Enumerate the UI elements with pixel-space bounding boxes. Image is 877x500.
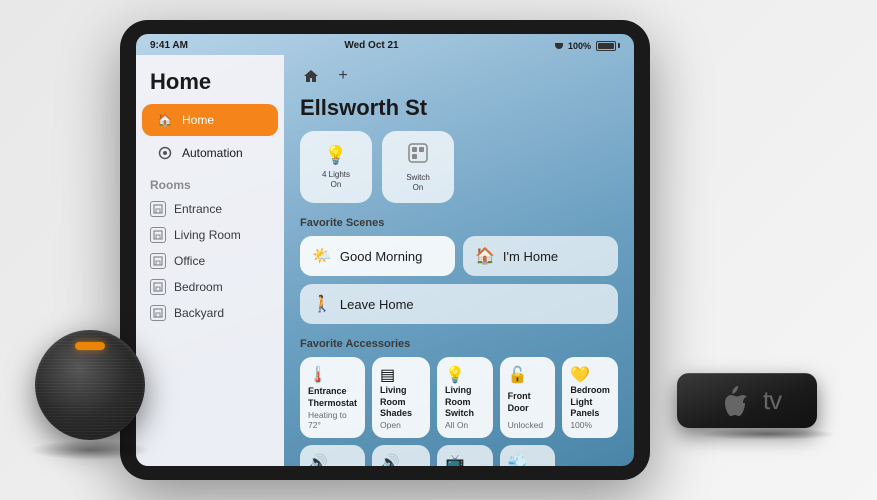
scene-container: 9:41 AM Wed Oct 21 100% bbox=[0, 0, 877, 500]
thermostat-status: Heating to 72° bbox=[308, 410, 357, 430]
apple-tv-shadow bbox=[697, 428, 837, 440]
room-backyard-icon bbox=[150, 305, 166, 321]
office-appletv-icon: 📺 bbox=[445, 453, 465, 466]
room-entrance-label: Entrance bbox=[174, 202, 222, 216]
page-title: Ellsworth St bbox=[300, 95, 618, 121]
homepod-top-indicator bbox=[75, 342, 105, 350]
room-bedroom-icon bbox=[150, 279, 166, 295]
lights-icon: 💡 bbox=[325, 145, 347, 166]
battery-icon bbox=[596, 41, 620, 51]
status-right: 100% bbox=[555, 41, 620, 51]
status-time: 9:41 AM bbox=[150, 40, 188, 51]
accessory-thermostat[interactable]: 🌡️ Entrance Thermostat Heating to 72° bbox=[300, 357, 365, 438]
accessories-grid: 🌡️ Entrance Thermostat Heating to 72° ▤ … bbox=[300, 357, 618, 466]
room-living-label: Living Room bbox=[174, 228, 241, 242]
status-date: Wed Oct 21 bbox=[344, 40, 398, 51]
home-nav-icon[interactable] bbox=[300, 65, 322, 87]
sidebar-room-office[interactable]: Office bbox=[136, 248, 284, 274]
kitchen-homepod-icon: 🔊 bbox=[380, 453, 400, 466]
light-panels-name: Bedroom Light Panels bbox=[570, 385, 610, 420]
battery-percentage: 100% bbox=[568, 41, 591, 51]
shades-name: Living Room Shades bbox=[380, 385, 422, 420]
sidebar-automation-label: Automation bbox=[182, 146, 243, 160]
accessory-lr-switch[interactable]: 💡 Living Room Switch All On bbox=[437, 357, 493, 438]
lr-switch-icon: 💡 bbox=[445, 365, 465, 385]
im-home-icon: 🏠 bbox=[475, 246, 495, 266]
good-morning-icon: 🌤️ bbox=[312, 246, 332, 266]
room-living-icon bbox=[150, 227, 166, 243]
app-content: Home 🏠 Home Automation bbox=[136, 55, 634, 466]
light-panels-icon: 💛 bbox=[570, 365, 590, 385]
room-office-icon bbox=[150, 253, 166, 269]
shades-status: Open bbox=[380, 420, 401, 430]
accessory-front-door[interactable]: 🔓 Front Door Unlocked bbox=[500, 357, 556, 438]
sidebar-home-label: Home bbox=[182, 113, 214, 127]
sidebar-item-home[interactable]: 🏠 Home bbox=[142, 104, 278, 136]
add-button[interactable]: + bbox=[332, 65, 354, 87]
front-door-name: Front Door bbox=[508, 391, 548, 414]
device-tile-lights[interactable]: 💡 4 Lights On bbox=[300, 131, 372, 203]
front-door-icon: 🔓 bbox=[508, 365, 528, 385]
ipad-device: 9:41 AM Wed Oct 21 100% bbox=[120, 20, 650, 480]
bedroom-homepod-icon: 🔊 bbox=[308, 453, 328, 466]
shades-icon: ▤ bbox=[380, 365, 395, 385]
battery-body bbox=[596, 41, 616, 51]
device-tile-switch[interactable]: Switch On bbox=[382, 131, 454, 203]
battery-fill bbox=[598, 43, 614, 49]
device-tiles-row: 💡 4 Lights On bbox=[300, 131, 618, 203]
scene-good-morning[interactable]: 🌤️ Good Morning bbox=[300, 236, 455, 276]
accessory-lr-fan[interactable]: 💨 Living Room Fan Off bbox=[500, 445, 556, 466]
sidebar-room-entrance[interactable]: Entrance bbox=[136, 196, 284, 222]
room-backyard-label: Backyard bbox=[174, 306, 224, 320]
scene-im-home[interactable]: 🏠 I'm Home bbox=[463, 236, 618, 276]
battery-tip bbox=[618, 43, 620, 48]
wifi-icon bbox=[555, 43, 563, 49]
sidebar-section-rooms: Rooms bbox=[136, 170, 284, 196]
thermostat-icon: 🌡️ bbox=[308, 365, 328, 385]
sidebar-title: Home bbox=[136, 65, 284, 103]
scene-leave-home[interactable]: 🚶 Leave Home bbox=[300, 284, 618, 324]
lights-label: 4 Lights On bbox=[322, 170, 350, 189]
accessory-kitchen-homepod[interactable]: 🔊 Kitchen HomePod Playing bbox=[372, 445, 430, 466]
im-home-label: I'm Home bbox=[503, 249, 558, 264]
accessory-bedroom-homepod[interactable]: 🔊 Bedroom HomePod Paused bbox=[300, 445, 365, 466]
room-office-label: Office bbox=[174, 254, 205, 268]
homepod-shadow bbox=[30, 440, 150, 460]
light-panels-status: 100% bbox=[570, 420, 592, 430]
accessory-office-appletv[interactable]: 📺 Office Apple TV Paused bbox=[437, 445, 493, 466]
switch-label: Switch On bbox=[406, 173, 430, 192]
ipad-screen: 9:41 AM Wed Oct 21 100% bbox=[136, 34, 634, 466]
scenes-grid: 🌤️ Good Morning 🏠 I'm Home bbox=[300, 236, 618, 276]
sidebar-item-automation[interactable]: Automation bbox=[142, 137, 278, 169]
sidebar-room-bedroom[interactable]: Bedroom bbox=[136, 274, 284, 300]
lr-switch-name: Living Room Switch bbox=[445, 385, 485, 420]
tv-text: tv bbox=[763, 385, 781, 416]
lr-switch-status: All On bbox=[445, 420, 468, 430]
room-entrance-icon bbox=[150, 201, 166, 217]
thermostat-name: Entrance Thermostat bbox=[308, 386, 357, 409]
apple-tv-device: tv bbox=[677, 373, 857, 440]
automation-icon bbox=[156, 144, 174, 162]
good-morning-label: Good Morning bbox=[340, 249, 422, 264]
leave-home-label: Leave Home bbox=[340, 297, 414, 312]
main-content: + Ellsworth St 💡 4 Lights On bbox=[284, 55, 634, 466]
status-bar: 9:41 AM Wed Oct 21 100% bbox=[136, 34, 634, 55]
accessory-shades[interactable]: ▤ Living Room Shades Open bbox=[372, 357, 430, 438]
room-bedroom-label: Bedroom bbox=[174, 280, 223, 294]
homepod-body bbox=[35, 330, 145, 440]
front-door-status: Unlocked bbox=[508, 420, 543, 430]
scenes-section-title: Favorite Scenes bbox=[300, 217, 618, 229]
sidebar-room-living[interactable]: Living Room bbox=[136, 222, 284, 248]
leave-home-icon: 🚶 bbox=[312, 294, 332, 314]
lr-fan-icon: 💨 bbox=[508, 453, 528, 466]
switch-icon bbox=[407, 142, 429, 169]
homepod-mini-device bbox=[20, 320, 160, 460]
apple-logo-svg bbox=[723, 383, 753, 419]
accessories-section-title: Favorite Accessories bbox=[300, 338, 618, 350]
accessory-light-panels[interactable]: 💛 Bedroom Light Panels 100% bbox=[562, 357, 618, 438]
home-icon: 🏠 bbox=[156, 111, 174, 129]
apple-tv-box: tv bbox=[677, 373, 817, 428]
main-header: + bbox=[300, 65, 618, 87]
